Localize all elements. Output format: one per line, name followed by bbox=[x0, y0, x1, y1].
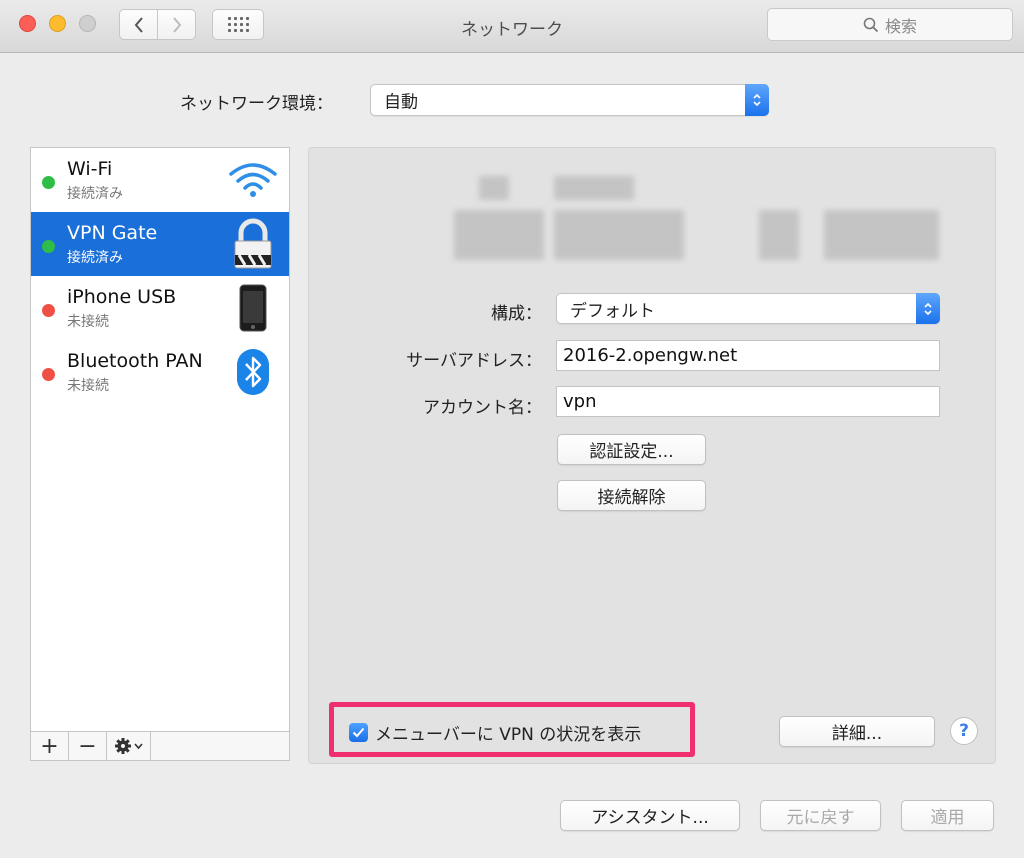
config-popup[interactable]: デフォルト bbox=[556, 293, 940, 324]
obscured-status bbox=[554, 176, 634, 200]
search-placeholder: 検索 bbox=[884, 16, 917, 36]
server-address-label: サーバアドレス： bbox=[406, 351, 542, 371]
service-name: VPN Gate bbox=[67, 222, 158, 244]
obscured-status bbox=[824, 210, 939, 260]
service-item-bluetooth-pan[interactable]: Bluetooth PAN 未接続 bbox=[31, 340, 289, 404]
location-label: ネットワーク環境： bbox=[180, 94, 333, 114]
action-menu-button[interactable] bbox=[107, 732, 151, 760]
wifi-icon bbox=[227, 154, 279, 206]
revert-button[interactable]: 元に戻す bbox=[760, 800, 881, 831]
service-item-vpn-gate[interactable]: VPN Gate 接続済み bbox=[31, 212, 289, 276]
service-name: Wi-Fi bbox=[67, 158, 113, 180]
service-list: Wi-Fi 接続済み VPN Gate 接続済み iPhone USB 未接続 … bbox=[30, 147, 290, 761]
config-value: デフォルト bbox=[570, 301, 655, 321]
apply-button[interactable]: 適用 bbox=[901, 800, 994, 831]
lock-icon bbox=[227, 218, 279, 270]
service-name: iPhone USB bbox=[67, 286, 177, 308]
service-status: 接続済み bbox=[67, 186, 123, 202]
service-status: 未接続 bbox=[67, 314, 109, 330]
status-dot bbox=[42, 176, 55, 189]
authentication-settings-button[interactable]: 認証設定... bbox=[557, 434, 706, 465]
status-dot bbox=[42, 240, 55, 253]
status-dot bbox=[42, 304, 55, 317]
disconnect-button[interactable]: 接続解除 bbox=[557, 480, 706, 511]
advanced-button[interactable]: 詳細... bbox=[779, 716, 935, 747]
account-name-label: アカウント名： bbox=[423, 398, 542, 418]
service-name: Bluetooth PAN bbox=[67, 350, 203, 372]
add-service-button[interactable]: + bbox=[31, 732, 69, 760]
remove-service-button[interactable]: − bbox=[69, 732, 107, 760]
search-icon bbox=[863, 17, 879, 32]
show-vpn-status-label: メニューバーに VPN の状況を表示 bbox=[375, 725, 642, 745]
account-name-field[interactable]: vpn bbox=[556, 386, 940, 417]
gear-icon bbox=[114, 738, 143, 754]
iphone-icon bbox=[227, 282, 279, 334]
service-item-iphone-usb[interactable]: iPhone USB 未接続 bbox=[31, 276, 289, 340]
config-label: 構成： bbox=[491, 304, 542, 324]
checkmark-icon bbox=[352, 727, 365, 738]
obscured-status bbox=[454, 210, 544, 260]
help-button[interactable]: ? bbox=[950, 717, 978, 745]
show-vpn-status-checkbox[interactable] bbox=[349, 723, 368, 742]
location-popup[interactable]: 自動 bbox=[370, 84, 769, 116]
popup-arrows-icon bbox=[916, 293, 940, 324]
status-dot bbox=[42, 368, 55, 381]
service-list-toolbar: + − bbox=[30, 731, 290, 761]
server-address-field[interactable]: 2016-2.opengw.net bbox=[556, 340, 940, 371]
bluetooth-icon bbox=[227, 346, 279, 398]
show-vpn-status-option[interactable]: メニューバーに VPN の状況を表示 bbox=[349, 720, 641, 745]
location-value: 自動 bbox=[384, 92, 418, 113]
search-field[interactable]: 検索 bbox=[767, 8, 1013, 41]
assistant-button[interactable]: アシスタント... bbox=[560, 800, 740, 831]
title-bar: ネットワーク 検索 bbox=[0, 0, 1024, 53]
obscured-status bbox=[759, 210, 799, 260]
service-item-wifi[interactable]: Wi-Fi 接続済み bbox=[31, 148, 289, 212]
obscured-status bbox=[554, 210, 684, 260]
service-status: 接続済み bbox=[67, 250, 123, 266]
obscured-status bbox=[479, 176, 509, 200]
service-status: 未接続 bbox=[67, 378, 109, 394]
popup-arrows-icon bbox=[745, 84, 769, 116]
